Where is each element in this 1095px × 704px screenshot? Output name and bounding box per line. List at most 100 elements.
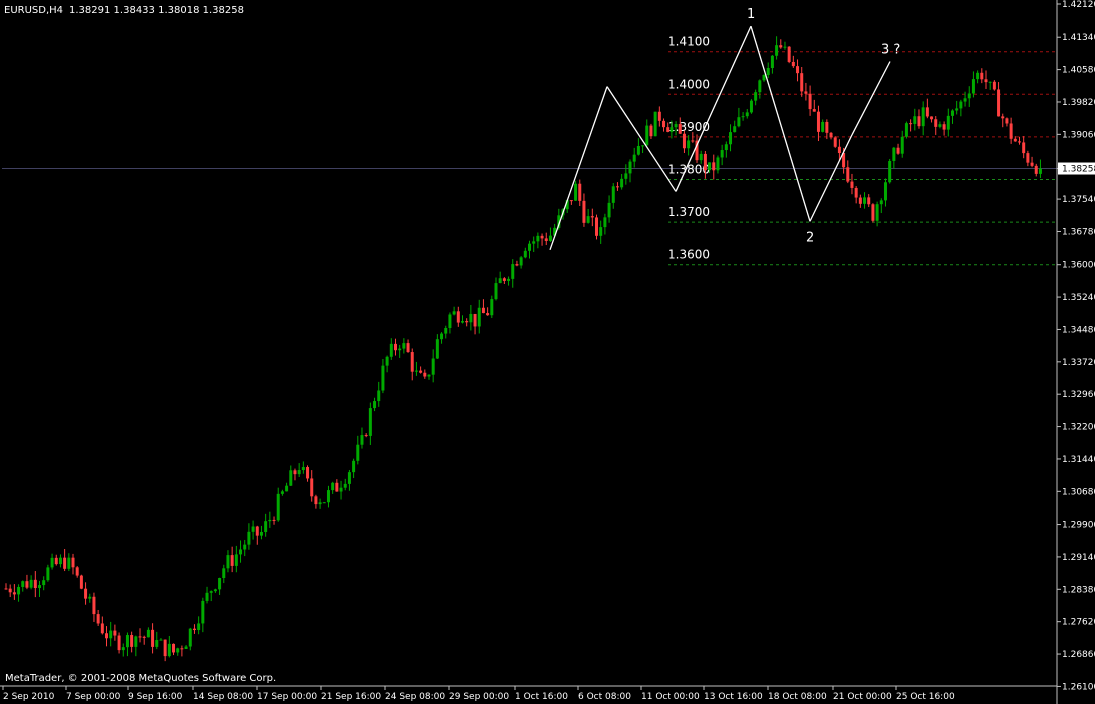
x-tick-label: 25 Oct 16:00 [896, 692, 955, 702]
x-tick-label: 18 Oct 08:00 [768, 692, 827, 702]
bear-candle [84, 588, 88, 599]
bear-candle [306, 467, 310, 479]
bear-candle [1009, 123, 1013, 139]
bear-candle [917, 116, 921, 127]
bull-candle [875, 204, 879, 221]
bull-candle [988, 81, 992, 83]
bull-candle [770, 55, 774, 68]
bear-candle [854, 187, 858, 198]
x-tick-label: 11 Oct 00:00 [641, 692, 700, 702]
bull-candle [414, 370, 418, 372]
bear-candle [63, 557, 67, 569]
bull-candle [155, 640, 159, 647]
level-label-1.3600: 1.3600 [668, 248, 710, 262]
bull-candle [159, 639, 163, 641]
bull-candle [1038, 168, 1042, 174]
bear-candle [540, 235, 544, 239]
x-tick-label: 6 Oct 08:00 [578, 692, 631, 702]
bear-candle [590, 216, 594, 218]
bull-candle [373, 401, 377, 409]
y-tick-label: 1.41340 [1062, 33, 1095, 43]
bull-candle [176, 648, 180, 653]
bull-candle [766, 67, 770, 75]
wave-label-2: 2 [806, 230, 814, 245]
y-tick-label: 1.27620 [1062, 618, 1095, 628]
y-tick-label: 1.32960 [1062, 390, 1095, 400]
bear-candle [138, 636, 142, 638]
bear-candle [595, 217, 599, 236]
bull-candle [477, 307, 481, 327]
bear-candle [850, 181, 854, 188]
bear-candle [712, 162, 716, 171]
bull-candle [402, 343, 406, 349]
bull-candle [381, 365, 385, 391]
bull-candle [289, 470, 293, 486]
bull-candle [729, 132, 733, 145]
bear-candle [808, 93, 812, 110]
bear-candle [172, 643, 176, 653]
bear-candle [1005, 118, 1009, 124]
bull-candle [440, 333, 444, 340]
bull-candle [821, 121, 825, 132]
bull-candle [963, 98, 967, 102]
bull-candle [687, 140, 691, 149]
bull-candle [50, 557, 54, 568]
x-tick-label: 2 Sep 2010 [3, 692, 55, 702]
bull-candle [259, 532, 263, 536]
wave-label-1: 1 [747, 7, 755, 22]
bull-candle [280, 491, 284, 494]
symbol-header: EURUSD,H4 1.38291 1.38433 1.38018 1.38258 [4, 5, 244, 16]
bull-candle [720, 150, 724, 158]
bull-candle [955, 108, 959, 111]
current-price-label: 1.38258 [1062, 165, 1095, 175]
bull-candle [674, 124, 678, 128]
bear-candle [75, 567, 79, 576]
y-tick-label: 1.30680 [1062, 487, 1095, 497]
bear-candle [255, 526, 259, 536]
bear-candle [423, 372, 427, 377]
bull-candle [339, 487, 343, 492]
y-tick-label: 1.26860 [1062, 650, 1095, 660]
bull-candle [632, 154, 636, 162]
bear-candle [117, 635, 121, 651]
bear-candle [787, 46, 791, 62]
bear-candle [310, 478, 314, 497]
bull-candle [607, 202, 611, 218]
bull-candle [276, 493, 280, 521]
bear-candle [666, 127, 670, 132]
bull-candle [620, 178, 624, 188]
bear-candle [796, 66, 800, 74]
bear-candle [992, 81, 996, 90]
price-chart[interactable]: 1.41001.40001.39001.38001.37001.3600 123… [0, 0, 1095, 704]
bear-candle [1030, 162, 1034, 166]
y-tick-label: 1.28380 [1062, 585, 1095, 595]
bear-candle [515, 264, 519, 266]
bear-candle [314, 496, 318, 505]
bear-candle [130, 635, 134, 647]
x-tick-label: 17 Sep 00:00 [257, 692, 317, 702]
bull-candle [959, 101, 963, 109]
bull-candle [879, 200, 883, 205]
bull-candle [46, 567, 50, 581]
bear-candle [4, 588, 8, 590]
bull-candle [528, 243, 531, 251]
bull-candle [435, 339, 439, 359]
bull-candle [197, 623, 201, 631]
bear-candle [1001, 116, 1005, 119]
bull-candle [498, 278, 502, 284]
bull-candle [708, 162, 712, 171]
bear-candle [192, 628, 196, 631]
bull-candle [490, 299, 494, 316]
chart-background [0, 0, 1095, 704]
bear-candle [833, 137, 837, 147]
bear-candle [829, 132, 833, 138]
bull-candle [586, 216, 590, 223]
bull-candle [21, 581, 25, 587]
bear-candle [791, 61, 795, 67]
bull-candle [775, 45, 779, 56]
bull-candle [343, 483, 347, 488]
x-tick-label: 29 Sep 00:00 [449, 692, 509, 702]
bear-candle [858, 197, 862, 204]
bear-candle [151, 629, 155, 647]
bull-candle [754, 92, 758, 101]
